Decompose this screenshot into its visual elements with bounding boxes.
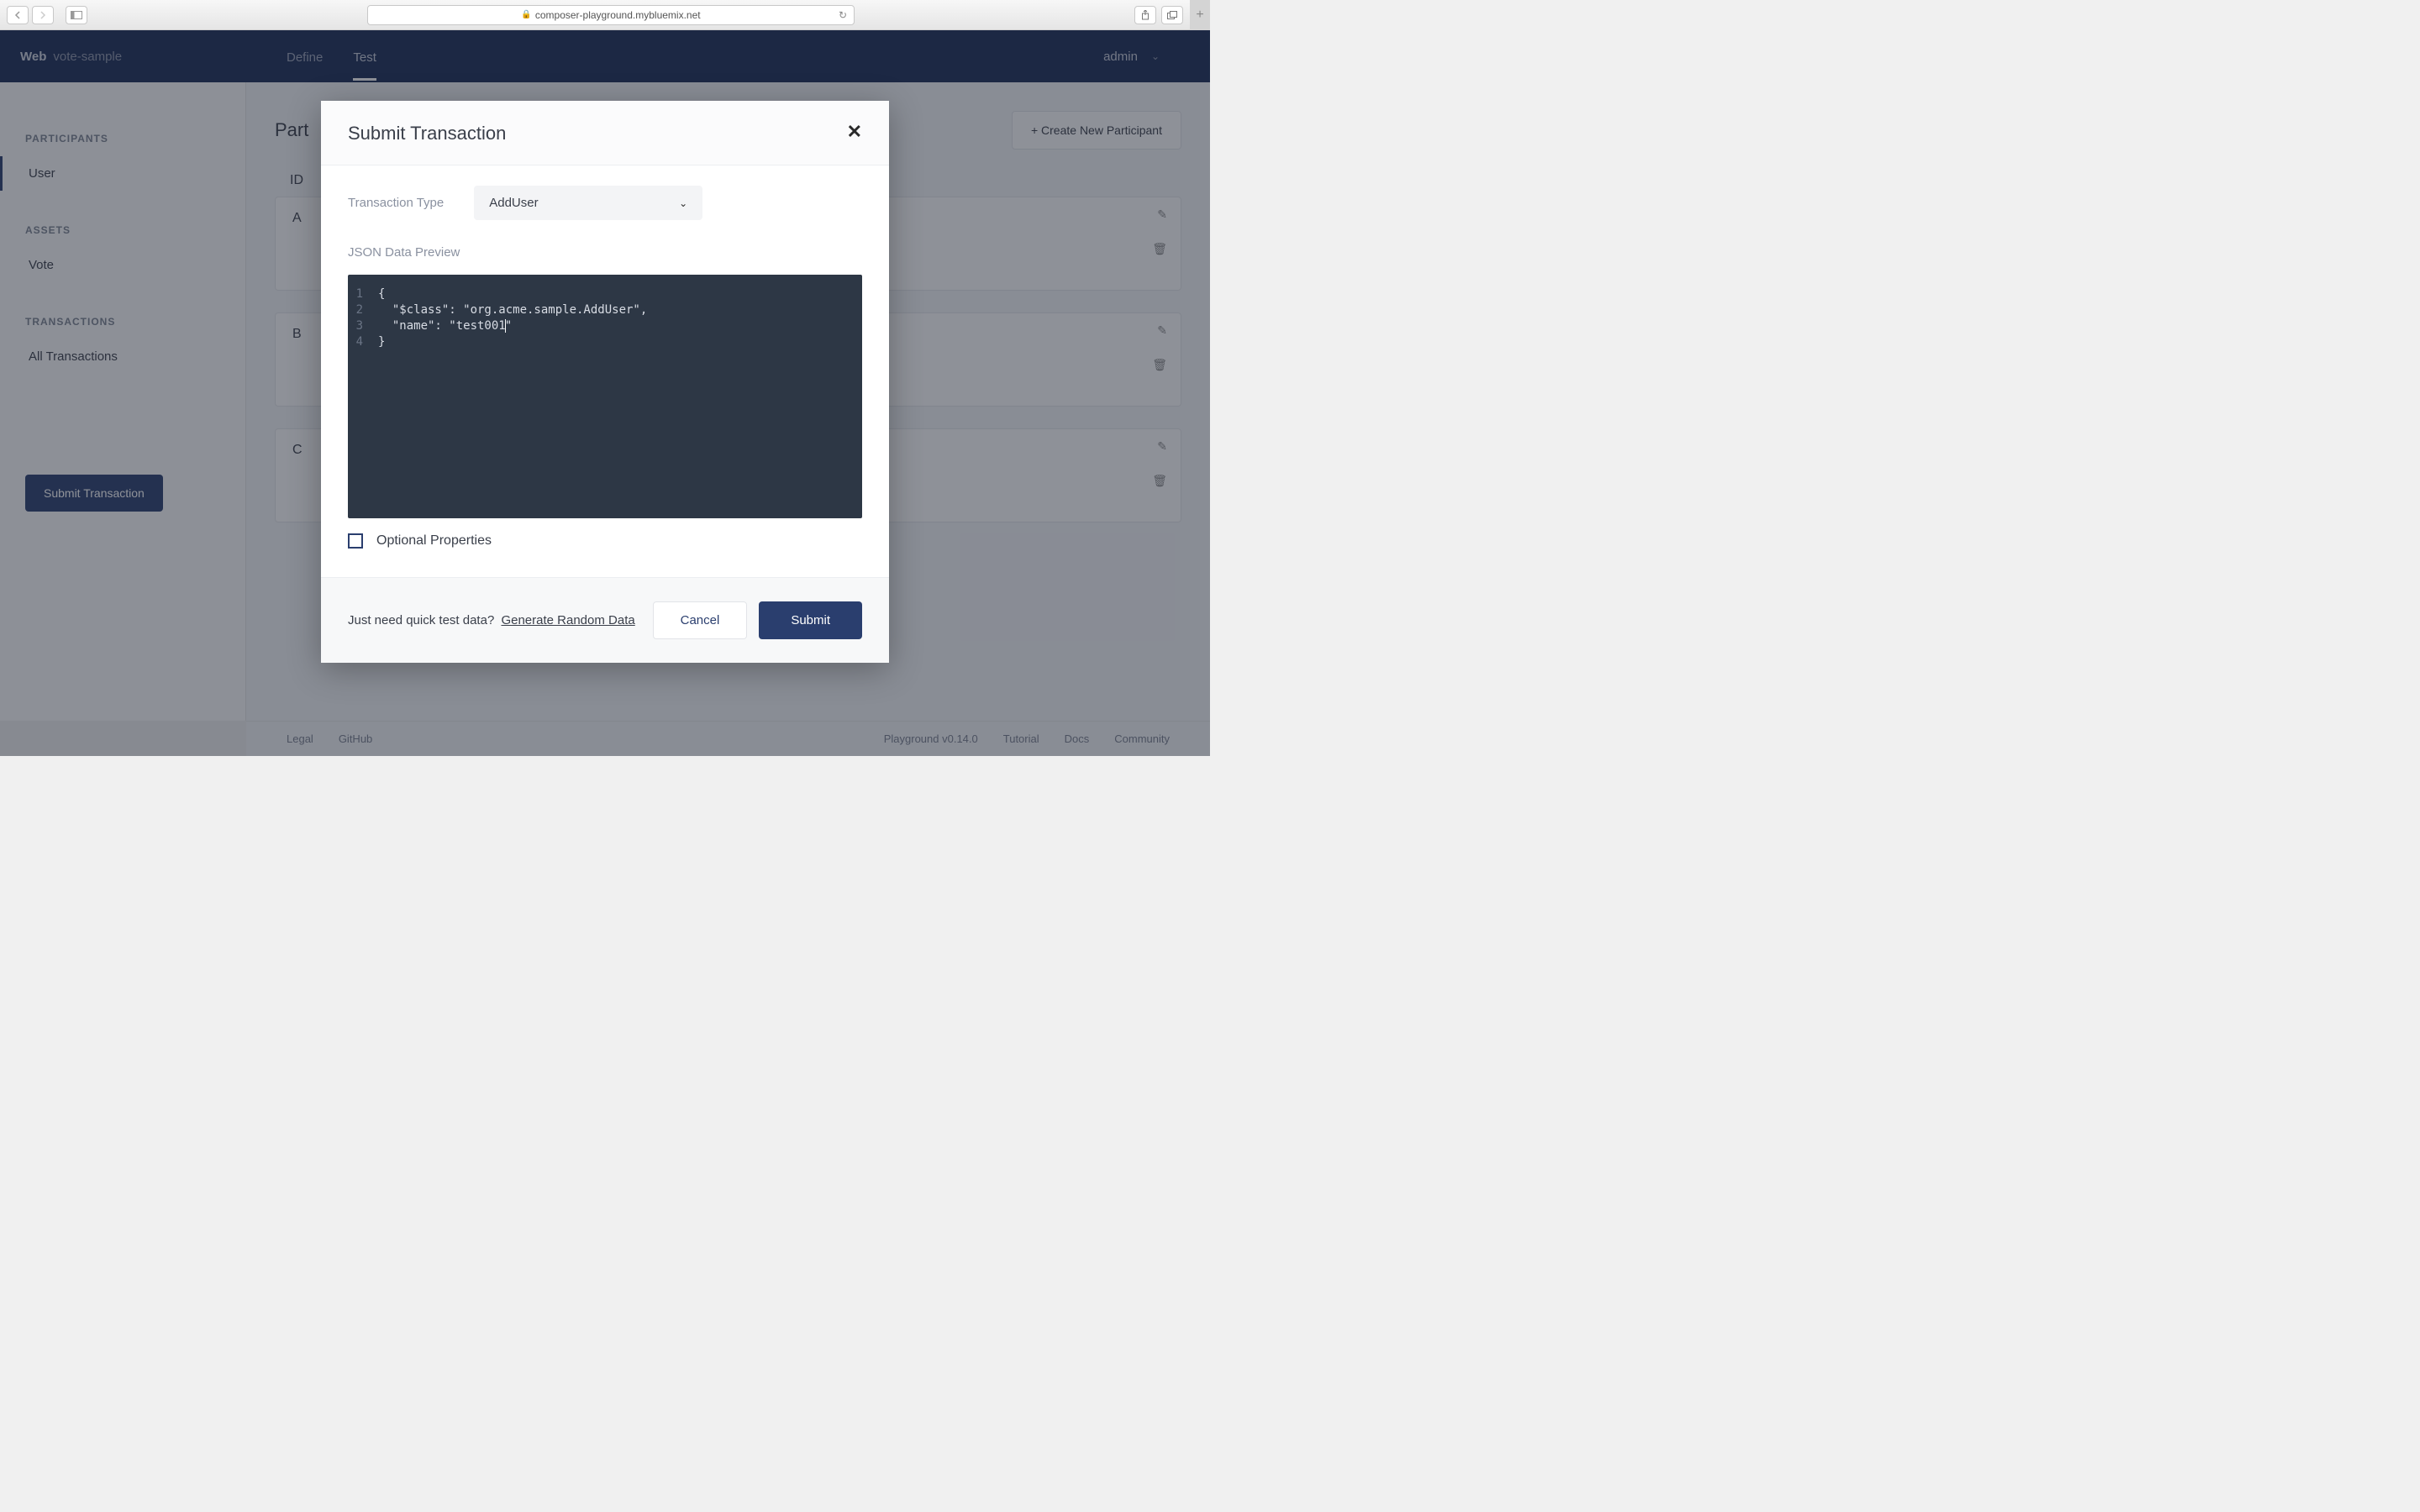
refresh-icon[interactable]: ↻	[839, 9, 847, 21]
optional-properties-checkbox[interactable]	[348, 533, 363, 549]
submit-button[interactable]: Submit	[759, 601, 862, 639]
new-tab-button[interactable]: +	[1190, 0, 1210, 30]
tabs-button[interactable]	[1161, 6, 1183, 24]
optional-properties-label: Optional Properties	[376, 533, 492, 549]
forward-button[interactable]	[32, 6, 54, 24]
url-text: composer-playground.mybluemix.net	[535, 9, 701, 21]
cancel-button[interactable]: Cancel	[653, 601, 748, 639]
lock-icon: 🔒	[521, 10, 531, 19]
code-line: {	[378, 286, 385, 302]
modal-overlay: Submit Transaction ✕ Transaction Type Ad…	[0, 30, 1210, 756]
close-icon[interactable]: ✕	[847, 123, 862, 141]
transaction-type-value: AddUser	[489, 196, 538, 210]
code-line: "name": "test001"	[378, 318, 512, 334]
transaction-type-select[interactable]: AddUser ⌄	[474, 186, 702, 220]
modal-title: Submit Transaction	[348, 123, 506, 144]
show-sidebar-button[interactable]	[66, 6, 87, 24]
share-button[interactable]	[1134, 6, 1156, 24]
code-line: "$class": "org.acme.sample.AddUser",	[378, 302, 647, 318]
json-preview-label: JSON Data Preview	[348, 245, 862, 260]
url-field[interactable]: 🔒 composer-playground.mybluemix.net ↻	[367, 5, 855, 25]
transaction-type-label: Transaction Type	[348, 196, 444, 210]
browser-chrome: 🔒 composer-playground.mybluemix.net ↻ +	[0, 0, 1210, 30]
test-data-hint: Just need quick test data? Generate Rand…	[348, 613, 635, 627]
code-line: }	[378, 334, 385, 350]
generate-random-data-link[interactable]: Generate Random Data	[501, 613, 634, 627]
json-editor[interactable]: 1{ 2 "$class": "org.acme.sample.AddUser"…	[348, 275, 862, 518]
chevron-down-icon: ⌄	[679, 197, 687, 209]
submit-transaction-modal: Submit Transaction ✕ Transaction Type Ad…	[321, 101, 889, 663]
back-button[interactable]	[7, 6, 29, 24]
